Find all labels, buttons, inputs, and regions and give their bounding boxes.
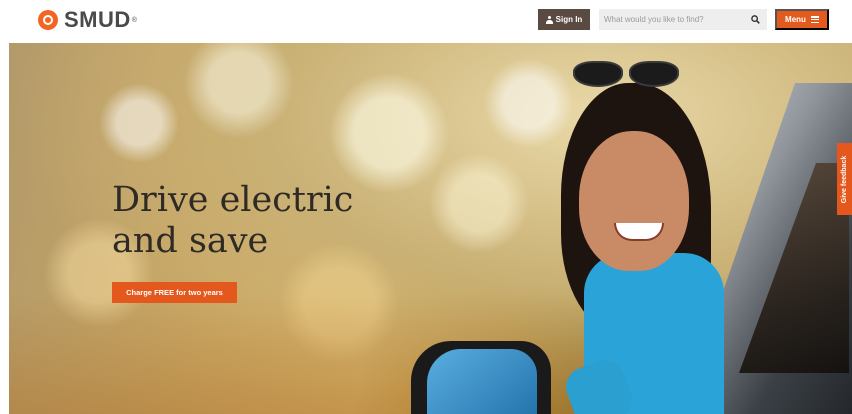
search-bar bbox=[599, 9, 767, 30]
search-input[interactable] bbox=[599, 10, 744, 29]
search-icon bbox=[750, 15, 760, 24]
sign-in-button[interactable]: Sign In bbox=[538, 9, 590, 30]
sign-in-label: Sign In bbox=[555, 15, 583, 24]
charge-free-cta-button[interactable]: Charge FREE for two years bbox=[112, 282, 237, 303]
hero-headline: Drive electric and save bbox=[112, 180, 432, 262]
logo-circle-icon bbox=[38, 10, 58, 30]
logo-registered-mark: ® bbox=[131, 16, 137, 24]
smud-logo[interactable]: SMUD ® bbox=[38, 7, 137, 33]
give-feedback-label: Give feedback bbox=[841, 155, 848, 203]
hero-headline-line-2: and save bbox=[112, 221, 269, 261]
menu-label: Menu bbox=[785, 15, 806, 24]
user-icon bbox=[545, 15, 553, 24]
logo-text: SMUD bbox=[64, 7, 131, 32]
sunglasses-image bbox=[569, 55, 689, 89]
side-mirror-glass-image bbox=[427, 349, 537, 414]
search-button[interactable] bbox=[744, 9, 766, 30]
menu-button[interactable]: Menu bbox=[775, 9, 829, 30]
woman-face-image bbox=[579, 131, 689, 271]
give-feedback-tab[interactable]: Give feedback bbox=[837, 143, 852, 215]
hero-headline-line-1: Drive electric bbox=[112, 180, 354, 220]
hamburger-icon bbox=[810, 16, 819, 23]
site-header: SMUD ® Sign In Menu bbox=[0, 0, 852, 40]
